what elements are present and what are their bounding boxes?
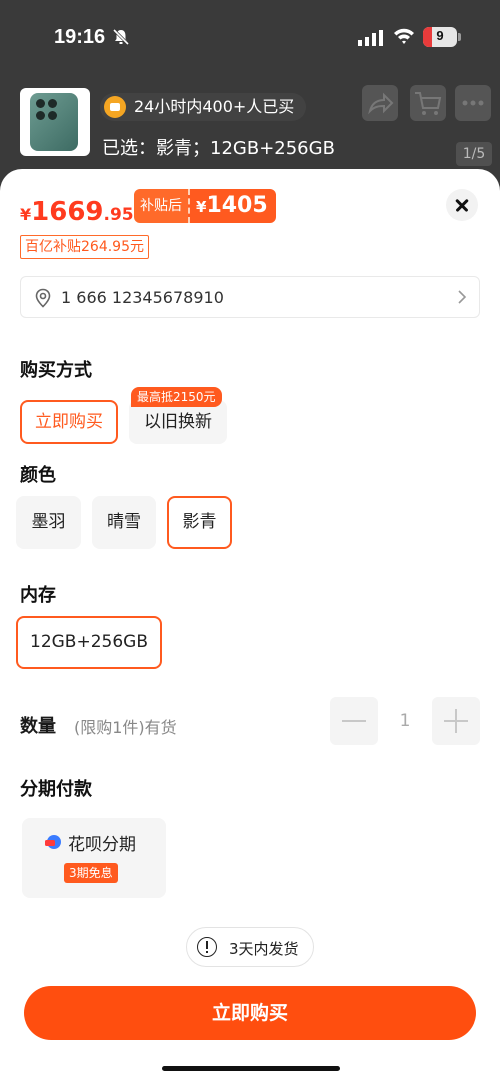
image-pager: 1/5 <box>456 142 492 166</box>
price-currency: ¥ <box>20 205 32 224</box>
trade-in-bubble: 最高抵2150元 <box>131 387 222 407</box>
status-bar: 19:16 9 <box>0 0 500 72</box>
sku-sheet: ¥1669.95 补贴后 ¥1405 百亿补贴264.95元 1 666 123… <box>0 169 500 1083</box>
shipping-info: 3天内发货 <box>186 927 314 967</box>
share-icon <box>368 92 394 115</box>
installment-option-huabei[interactable]: 花呗分期 3期免息 <box>22 818 166 898</box>
share-button[interactable] <box>362 85 398 121</box>
memory-title: 内存 <box>20 585 56 606</box>
more-button[interactable] <box>455 85 491 121</box>
installment-name: 花呗分期 <box>68 835 136 855</box>
cart-button[interactable] <box>410 85 446 121</box>
subsidy-label: 补贴后 <box>134 189 188 223</box>
shipping-text: 3天内发货 <box>229 940 299 958</box>
selected-spec-text: 已选：影青；12GB+256GB <box>102 138 335 159</box>
option-buy-now[interactable]: 立即购买 <box>20 400 118 444</box>
quantity-plus-button[interactable] <box>432 697 480 745</box>
cart-icon <box>415 92 442 115</box>
battery-icon: 9 <box>423 27 457 47</box>
buy-now-button[interactable]: 立即购买 <box>24 986 476 1040</box>
color-option-yingqing[interactable]: 影青 <box>167 496 232 549</box>
subsidy-price: ¥1405 <box>188 189 276 223</box>
subsidy-badge: 百亿补贴264.95元 <box>20 235 149 259</box>
memory-option-12-256[interactable]: 12GB+256GB <box>16 616 162 669</box>
subsidy-currency: ¥ <box>196 198 207 216</box>
address-text: 1 666 12345678910 <box>61 288 224 307</box>
huabei-icon <box>45 835 61 849</box>
quantity-value: 1 <box>399 711 411 731</box>
battery-level: 9 <box>436 28 444 43</box>
quantity-title: 数量 <box>20 716 56 737</box>
purchase-count-text: 24小时内400+人已买 <box>134 97 295 116</box>
status-time: 19:16 <box>54 26 106 48</box>
info-exclamation-icon <box>197 937 217 957</box>
purchase-count-tag: 24小时内400+人已买 <box>100 93 307 121</box>
color-option-moyu[interactable]: 墨羽 <box>16 496 81 549</box>
product-thumbnail[interactable] <box>20 88 90 156</box>
installment-title: 分期付款 <box>20 779 92 800</box>
subsidy-price-value: 1405 <box>206 193 268 218</box>
battery-cap <box>458 33 461 41</box>
chevron-right-icon <box>458 290 467 304</box>
cellular-signal-icon <box>358 30 383 46</box>
color-title: 颜色 <box>20 465 56 486</box>
subsidy-price-tag: 补贴后 ¥1405 <box>134 189 276 223</box>
more-icon <box>462 100 484 106</box>
shopping-bag-icon <box>104 96 126 118</box>
location-pin-icon <box>35 288 51 308</box>
address-row[interactable]: 1 666 12345678910 <box>20 276 480 318</box>
home-indicator <box>162 1066 340 1071</box>
purchase-method-title: 购买方式 <box>20 360 92 381</box>
quantity-note: (限购1件)有货 <box>74 718 177 737</box>
price-decimal: .95 <box>103 205 134 225</box>
color-option-qingxue[interactable]: 晴雪 <box>92 496 156 549</box>
price: ¥1669.95 <box>20 197 134 227</box>
interest-free-badge: 3期免息 <box>64 863 118 883</box>
price-integer: 1669 <box>31 197 104 227</box>
phone-image <box>30 93 78 151</box>
wifi-icon <box>394 28 414 44</box>
close-button[interactable] <box>446 189 478 221</box>
quantity-minus-button[interactable] <box>330 697 378 745</box>
bell-muted-icon <box>112 28 130 46</box>
